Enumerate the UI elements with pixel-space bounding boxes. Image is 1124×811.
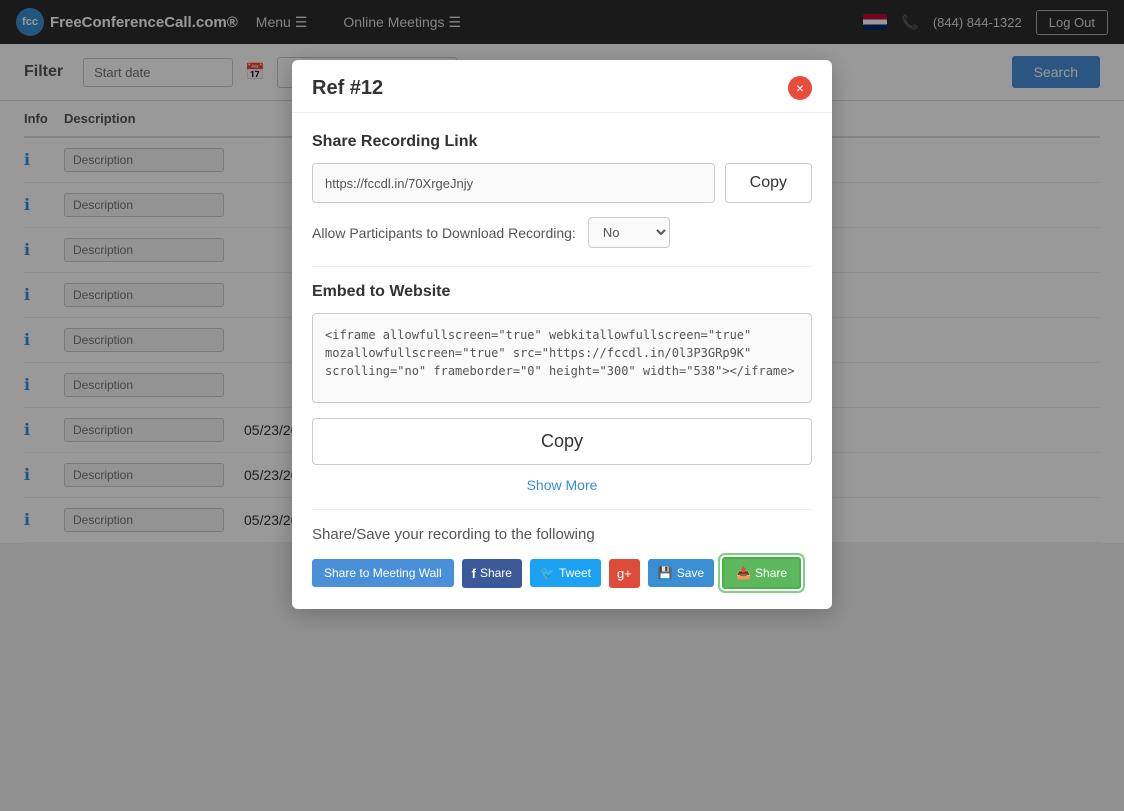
googleplus-button[interactable]: g+: [609, 559, 640, 588]
modal-title: Ref #12: [312, 77, 383, 100]
twitter-label: Tweet: [559, 566, 591, 580]
modal-overlay: Ref #12 × Share Recording Link Copy Allo…: [0, 0, 1124, 811]
modal-close-button[interactable]: ×: [788, 76, 812, 100]
share-link-input[interactable]: [312, 163, 715, 203]
divider2: [312, 509, 812, 510]
modal-body: Share Recording Link Copy Allow Particip…: [292, 113, 832, 609]
show-more-link[interactable]: Show More: [312, 477, 812, 493]
modal-header: Ref #12 ×: [292, 60, 832, 113]
modal: Ref #12 × Share Recording Link Copy Allo…: [292, 60, 832, 609]
facebook-label: Share: [480, 566, 512, 580]
allow-download-select[interactable]: No Yes: [588, 217, 670, 248]
share-highlighted-label: Share: [755, 566, 787, 580]
share-link-row: Copy: [312, 163, 812, 203]
twitter-icon: 🐦: [540, 566, 555, 580]
twitter-button[interactable]: 🐦 Tweet: [530, 559, 601, 587]
meeting-wall-button[interactable]: Share to Meeting Wall: [312, 559, 454, 587]
save-icon: 💾: [658, 566, 673, 580]
save-button[interactable]: 💾 Save: [648, 559, 714, 587]
share-highlighted-button[interactable]: 📤 Share: [722, 557, 801, 589]
divider: [312, 266, 812, 267]
facebook-button[interactable]: f Share: [462, 559, 522, 588]
social-buttons: Share to Meeting Wall f Share 🐦 Tweet g+…: [312, 557, 812, 589]
share-recording-label: Share Recording Link: [312, 133, 812, 151]
facebook-icon: f: [472, 566, 476, 581]
share-save-label: Share/Save your recording to the followi…: [312, 526, 812, 543]
save-label: Save: [677, 566, 704, 580]
allow-download-label: Allow Participants to Download Recording…: [312, 225, 576, 241]
embed-code-textarea[interactable]: <iframe allowfullscreen="true" webkitall…: [312, 313, 812, 403]
embed-section-label: Embed to Website: [312, 283, 812, 301]
allow-download-row: Allow Participants to Download Recording…: [312, 217, 812, 248]
copy-link-button[interactable]: Copy: [725, 163, 812, 203]
share-icon-sm: 📤: [736, 566, 751, 580]
copy-embed-button[interactable]: Copy: [312, 418, 812, 465]
